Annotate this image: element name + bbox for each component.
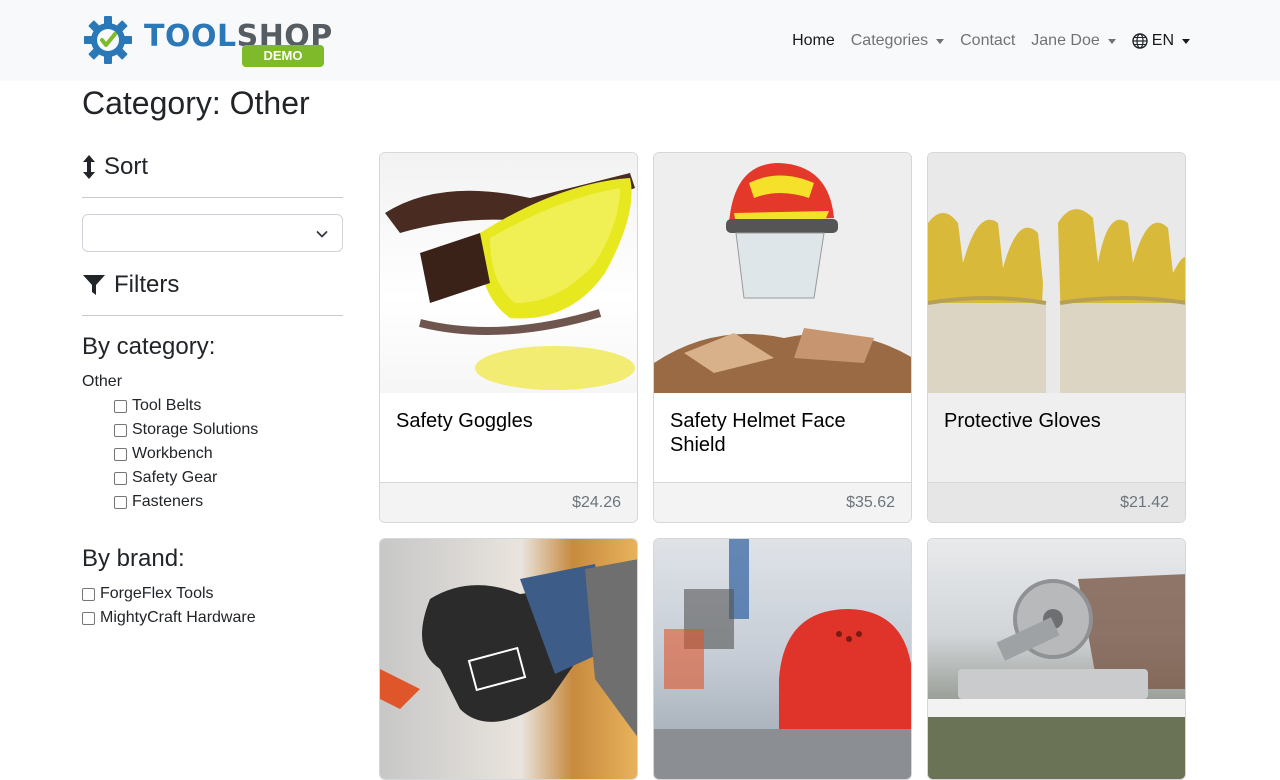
by-category-title: By category: xyxy=(82,333,216,360)
category-checkbox-item[interactable]: Fasteners xyxy=(114,490,343,514)
brand-checkbox-item[interactable]: ForgeFlex Tools xyxy=(82,582,343,606)
sort-heading: Sort xyxy=(82,150,343,184)
product-card[interactable]: Safety Goggles $24.26 xyxy=(379,152,638,523)
product-card[interactable]: Safety Helmet Face Shield $35.62 xyxy=(653,152,912,523)
caret-down-icon xyxy=(936,38,945,44)
nav-user-dropdown[interactable]: Jane Doe xyxy=(1023,30,1124,52)
filters-heading: Filters xyxy=(82,268,343,302)
brand-label: ForgeFlex Tools xyxy=(100,585,214,602)
toolshop-logo[interactable]: TOOLSHOP DEMO xyxy=(82,12,332,68)
logo-word-tool: TOOL xyxy=(144,19,237,54)
category-checkbox-item[interactable]: Workbench xyxy=(114,442,343,466)
product-name: Safety Goggles xyxy=(396,410,533,432)
product-card-body: Safety Goggles xyxy=(380,393,637,482)
main-nav: Home Categories Contact Jane Doe EN xyxy=(784,30,1198,52)
sort-select[interactable] xyxy=(82,214,343,252)
category-checkbox-item[interactable]: Storage Solutions xyxy=(114,418,343,442)
product-card[interactable] xyxy=(379,538,638,780)
category-label: Storage Solutions xyxy=(132,421,259,438)
globe-icon xyxy=(1132,33,1148,49)
divider xyxy=(82,315,343,316)
product-image-helmet-face-shield xyxy=(654,153,911,393)
helmet-illustration xyxy=(654,163,911,393)
checkbox[interactable] xyxy=(82,587,95,601)
product-card[interactable] xyxy=(927,538,1186,780)
demo-badge: DEMO xyxy=(242,45,324,67)
sort-arrows-icon xyxy=(83,155,95,179)
category-checkbox-item[interactable]: Tool Belts xyxy=(114,394,343,418)
product-card-footer: $21.42 xyxy=(928,482,1185,522)
caret-down-icon xyxy=(1107,38,1116,44)
checkbox[interactable] xyxy=(114,399,127,413)
page-title: Category: Other xyxy=(82,85,310,121)
filters-title: Filters xyxy=(114,271,180,298)
sort-title: Sort xyxy=(104,153,149,180)
hard-hat-illustration xyxy=(654,539,911,779)
category-label: Safety Gear xyxy=(132,469,218,486)
by-brand-title: By brand: xyxy=(82,545,185,572)
nav-contact[interactable]: Contact xyxy=(952,30,1023,52)
product-card-body: Safety Helmet Face Shield xyxy=(654,393,911,482)
nav-language-dropdown[interactable]: EN xyxy=(1124,30,1198,52)
filter-funnel-icon xyxy=(83,275,105,295)
nav-contact-label: Contact xyxy=(960,32,1016,49)
glove-illustration xyxy=(380,559,637,737)
category-label: Fasteners xyxy=(132,493,204,510)
product-card-footer: $35.62 xyxy=(654,482,911,522)
checkbox[interactable] xyxy=(114,423,127,437)
product-image-miter-saw xyxy=(928,539,1185,779)
product-name: Safety Helmet Face Shield xyxy=(670,410,846,456)
product-image-safety-goggles xyxy=(380,153,637,393)
product-card[interactable]: Protective Gloves $21.42 xyxy=(927,152,1186,523)
nav-home-label: Home xyxy=(792,32,835,49)
brand-checkbox-item[interactable]: MightyCraft Hardware xyxy=(82,606,343,630)
product-price: $21.42 xyxy=(1120,494,1169,511)
product-image-hard-hat xyxy=(654,539,911,779)
navbar: TOOLSHOP DEMO Home Categories Contact Ja… xyxy=(0,0,1280,81)
brand-label: MightyCraft Hardware xyxy=(100,609,256,626)
filter-sidebar: Sort Filters By category: Other Tool Bel… xyxy=(82,150,343,630)
nav-categories-dropdown[interactable]: Categories xyxy=(843,30,952,52)
category-checkbox-list: Tool Belts Storage Solutions Workbench S… xyxy=(82,394,343,514)
product-name: Protective Gloves xyxy=(944,410,1101,432)
checkbox[interactable] xyxy=(82,611,95,625)
product-image-protective-gloves xyxy=(928,153,1185,393)
brand-checkbox-list: ForgeFlex Tools MightyCraft Hardware xyxy=(82,582,343,630)
caret-down-icon xyxy=(1182,38,1190,44)
product-image-work-glove xyxy=(380,539,637,779)
miter-saw-illustration xyxy=(928,574,1185,779)
divider xyxy=(82,197,343,198)
category-label: Tool Belts xyxy=(132,397,202,414)
product-card-footer: $24.26 xyxy=(380,482,637,522)
goggles-illustration xyxy=(385,173,635,390)
gear-check-icon xyxy=(84,16,132,64)
nav-user-label: Jane Doe xyxy=(1031,32,1100,49)
nav-categories-label: Categories xyxy=(850,32,929,49)
product-price: $35.62 xyxy=(846,494,895,511)
gloves-illustration xyxy=(928,209,1185,393)
category-label: Workbench xyxy=(132,445,213,462)
product-price: $24.26 xyxy=(572,494,621,511)
nav-language-label: EN xyxy=(1151,32,1174,49)
product-card[interactable] xyxy=(653,538,912,780)
category-checkbox-item[interactable]: Safety Gear xyxy=(114,466,343,490)
checkbox[interactable] xyxy=(114,495,127,509)
checkbox[interactable] xyxy=(114,447,127,461)
nav-home[interactable]: Home xyxy=(784,30,843,52)
product-card-body: Protective Gloves xyxy=(928,393,1185,482)
category-root-label: Other xyxy=(82,373,123,390)
chevron-down-icon xyxy=(316,231,328,238)
checkbox[interactable] xyxy=(114,471,127,485)
